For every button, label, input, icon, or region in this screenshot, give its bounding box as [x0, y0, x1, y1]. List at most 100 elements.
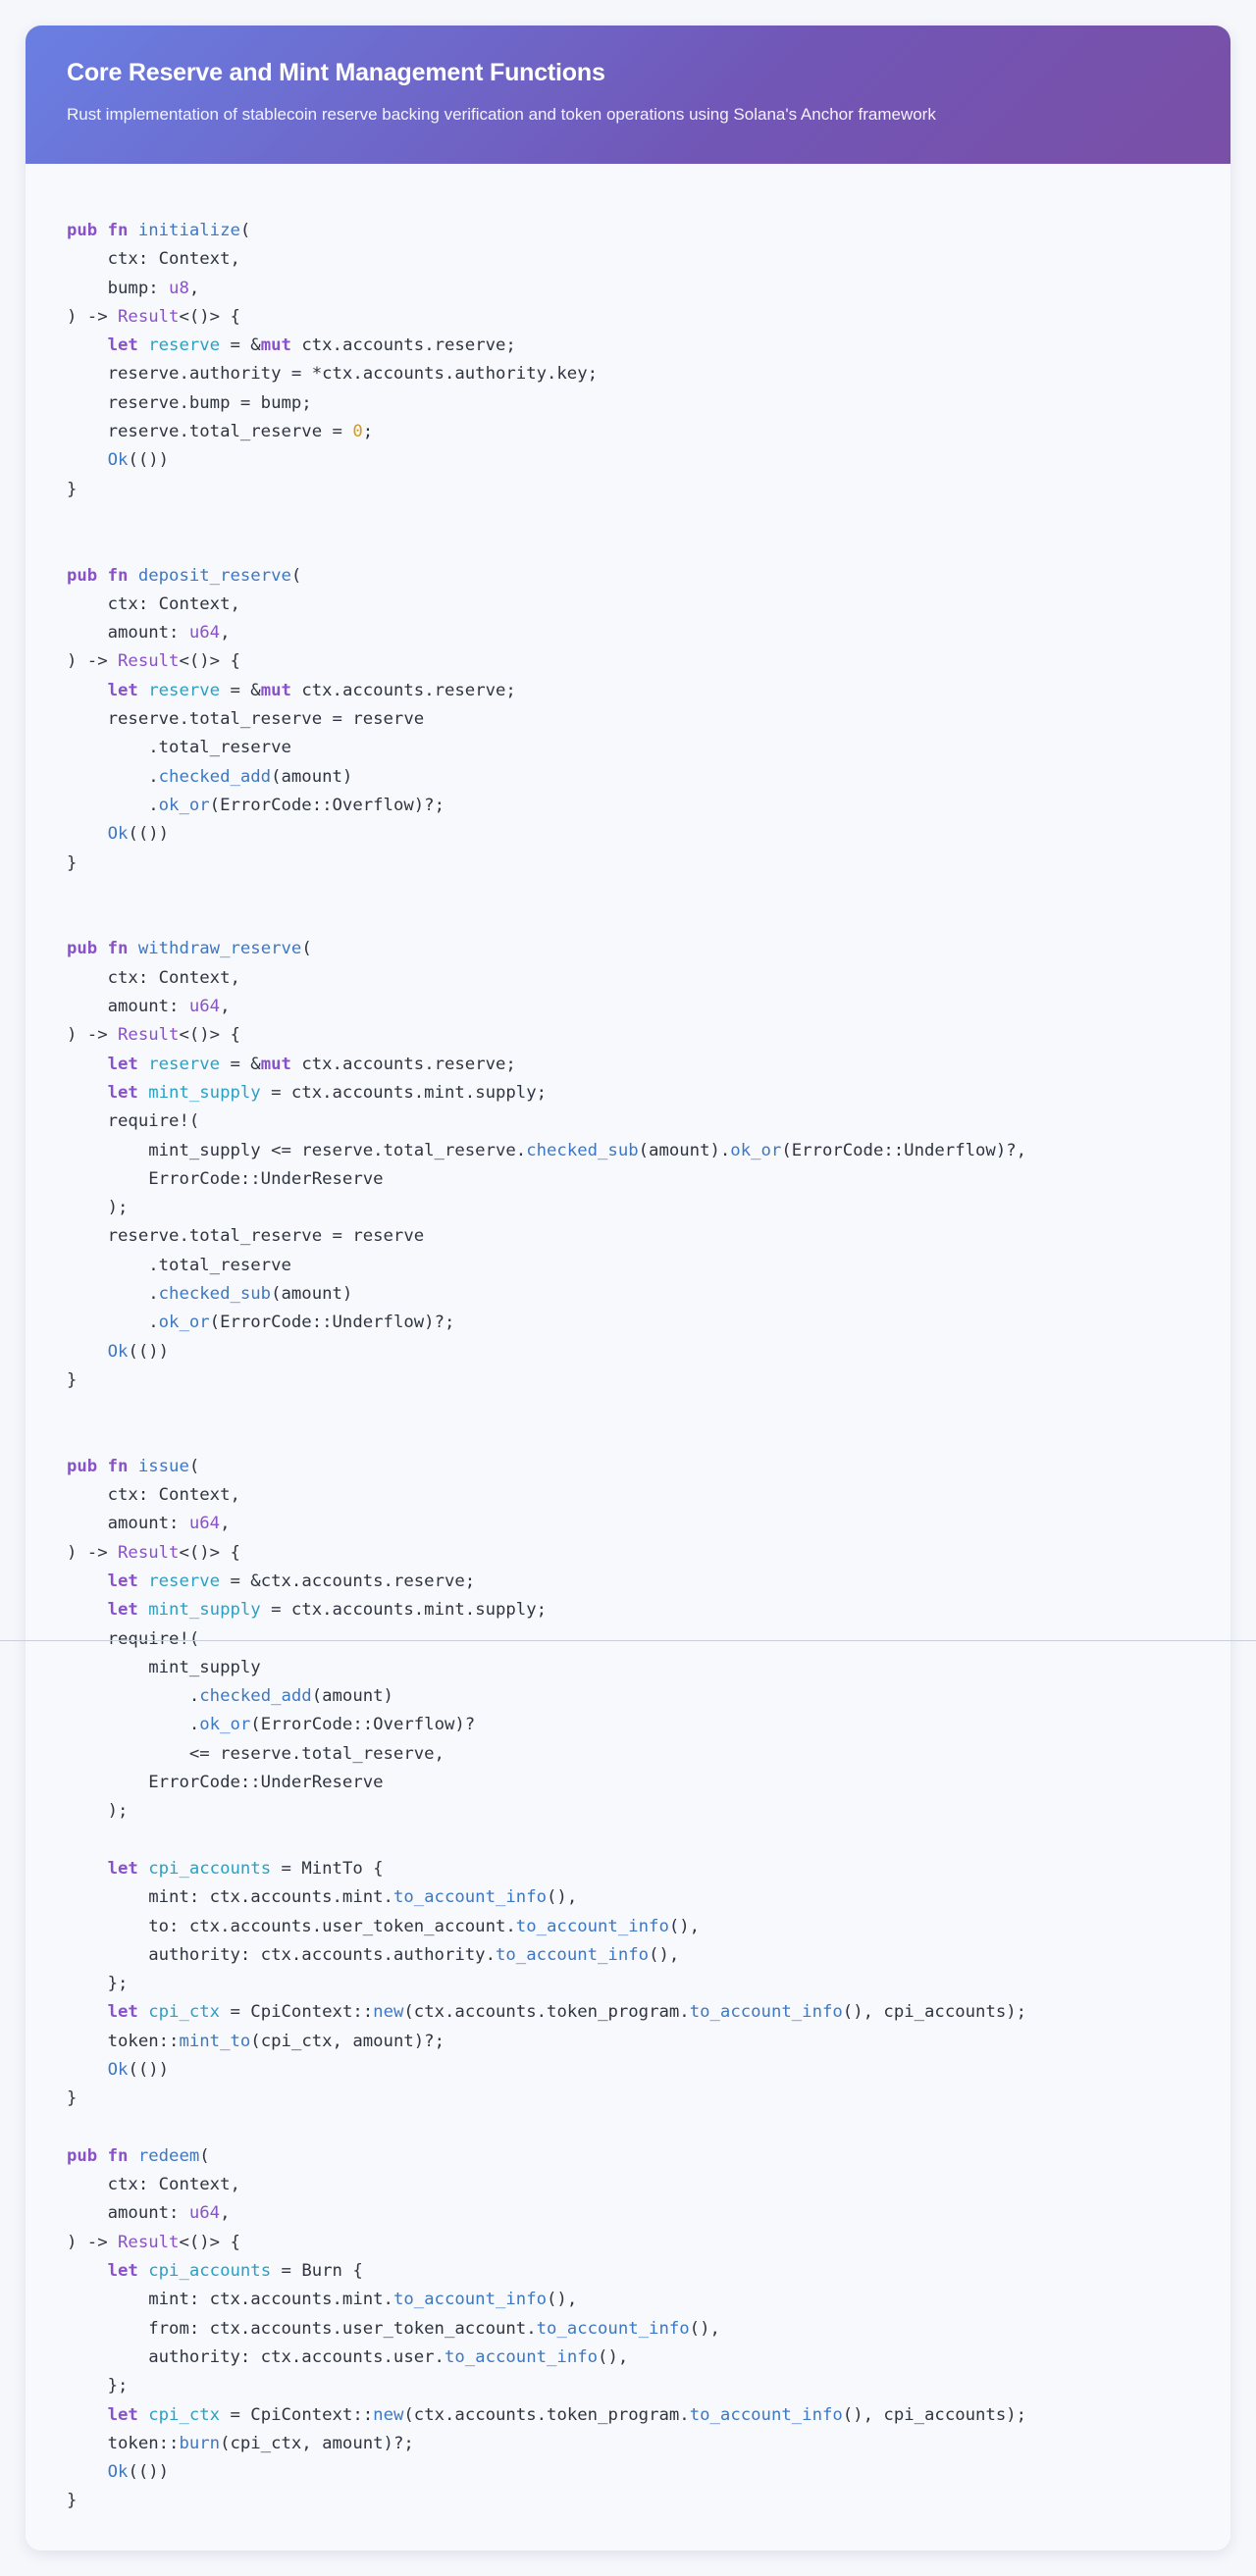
code-token: .total_reserve	[67, 738, 291, 758]
code-token: = ctx.accounts.mint.supply;	[260, 1082, 548, 1103]
code-token: (), cpi_accounts);	[842, 2002, 1027, 2023]
code-line: ErrorCode::UnderReserve	[67, 1769, 1189, 1797]
code-token: ) ->	[67, 306, 119, 327]
code-token: = CpiContext::	[220, 2404, 374, 2425]
code-token: new	[373, 2404, 404, 2425]
code-token: let	[107, 335, 149, 356]
code-token: burn	[179, 2433, 221, 2453]
code-token: mint: ctx.accounts.mint.	[67, 2290, 393, 2310]
card-header: Core Reserve and Mint Management Functio…	[26, 26, 1230, 164]
code-token: ok_or	[730, 1140, 782, 1160]
code-line: }	[67, 2085, 1189, 2113]
code-line: pub fn withdraw_reserve(	[67, 935, 1189, 963]
code-token: Result	[118, 1542, 180, 1563]
code-token: mint_supply <= reserve.total_reserve.	[67, 1140, 527, 1160]
code-token: (())	[128, 2060, 170, 2080]
code-token: (),	[649, 1944, 680, 1965]
code-token: deposit_reserve	[137, 565, 291, 586]
code-token: reserve.bump = bump;	[67, 392, 312, 413]
code-token: };	[67, 1974, 129, 1994]
code-token: to_account_info	[495, 1944, 650, 1965]
code-token: amount:	[67, 997, 189, 1017]
code-token: to_account_info	[392, 2290, 548, 2310]
code-token: pub fn	[67, 1456, 138, 1476]
code-token: to_account_info	[444, 2346, 599, 2367]
code-line: amount: u64,	[67, 2199, 1189, 2228]
code-token: reserve	[148, 335, 221, 356]
code-token: Ok	[107, 824, 129, 845]
code-line: mint_supply <= reserve.total_reserve.che…	[67, 1137, 1189, 1165]
code-token: ctx: Context,	[67, 249, 240, 270]
code-token: .total_reserve	[67, 1255, 291, 1275]
code-line: .total_reserve	[67, 734, 1189, 762]
code-token: = ctx.accounts.mint.supply;	[260, 1600, 548, 1621]
code-line: let cpi_ctx = CpiContext::new(ctx.accoun…	[67, 1998, 1189, 2027]
code-token: = CpiContext::	[220, 2002, 374, 2023]
code-card: Core Reserve and Mint Management Functio…	[26, 26, 1230, 2550]
code-line: pub fn initialize(	[67, 217, 1189, 245]
code-token: ctx.accounts.reserve;	[290, 680, 516, 700]
code-token: issue	[137, 1456, 189, 1476]
code-token: reserve.total_reserve = reserve	[67, 709, 425, 730]
code-token: = Burn {	[271, 2261, 363, 2282]
code-token: bump:	[67, 278, 170, 298]
code-token: ErrorCode::UnderReserve	[67, 1773, 384, 1793]
code-line: let reserve = &mut ctx.accounts.reserve;	[67, 1051, 1189, 1079]
code-token: (cpi_ctx, amount)?;	[250, 2031, 445, 2051]
code-token: ctx: Context,	[67, 593, 240, 614]
code-token: (amount)	[311, 1686, 393, 1707]
code-token: u64	[188, 997, 221, 1017]
code-token: };	[67, 2376, 129, 2396]
code-token: ,	[220, 997, 231, 1017]
code-token: (),	[668, 1916, 701, 1936]
code-line: Ok(())	[67, 2056, 1189, 2085]
code-token: reserve.total_reserve = reserve	[67, 1226, 425, 1247]
code-token: mint_supply	[148, 1600, 261, 1621]
code-token: .	[67, 766, 159, 787]
code-token: (ErrorCode::Underflow)?;	[209, 1313, 455, 1333]
code-token: ;	[362, 422, 374, 442]
code-line: to: ctx.accounts.user_token_account.to_a…	[67, 1913, 1189, 1941]
code-line: ) -> Result<()> {	[67, 647, 1189, 676]
code-token: ctx: Context,	[67, 1485, 240, 1506]
code-line: amount: u64,	[67, 993, 1189, 1021]
code-token: (())	[128, 2462, 170, 2483]
code-token: );	[67, 1801, 129, 1822]
code-line: ctx: Context,	[67, 245, 1189, 274]
code-line: Ok(())	[67, 1338, 1189, 1366]
code-token: (),	[547, 1887, 578, 1908]
code-token: (ctx.accounts.token_program.	[403, 2002, 690, 2023]
code-line: };	[67, 1970, 1189, 1998]
code-token: (),	[547, 2290, 578, 2310]
code-token: = &ctx.accounts.reserve;	[220, 1571, 476, 1591]
code-line: .checked_add(amount)	[67, 1682, 1189, 1711]
code-token: <()> {	[179, 651, 240, 672]
code-token: (),	[689, 2318, 720, 2339]
code-token: ) ->	[67, 1025, 119, 1046]
code-line: ) -> Result<()> {	[67, 1539, 1189, 1568]
code-line: from: ctx.accounts.user_token_account.to…	[67, 2315, 1189, 2344]
code-token: <= reserve.total_reserve,	[67, 1743, 445, 1764]
code-token: (	[199, 2145, 210, 2166]
code-token: .	[67, 1283, 159, 1304]
code-line: token::mint_to(cpi_ctx, amount)?;	[67, 2028, 1189, 2056]
code-token: amount:	[67, 2203, 189, 2224]
code-token: to_account_info	[536, 2318, 690, 2339]
code-token: );	[67, 1198, 129, 1218]
code-token: (	[239, 221, 251, 240]
code-token: ctx.accounts.reserve;	[290, 1054, 516, 1074]
code-token: ctx: Context,	[67, 967, 240, 988]
